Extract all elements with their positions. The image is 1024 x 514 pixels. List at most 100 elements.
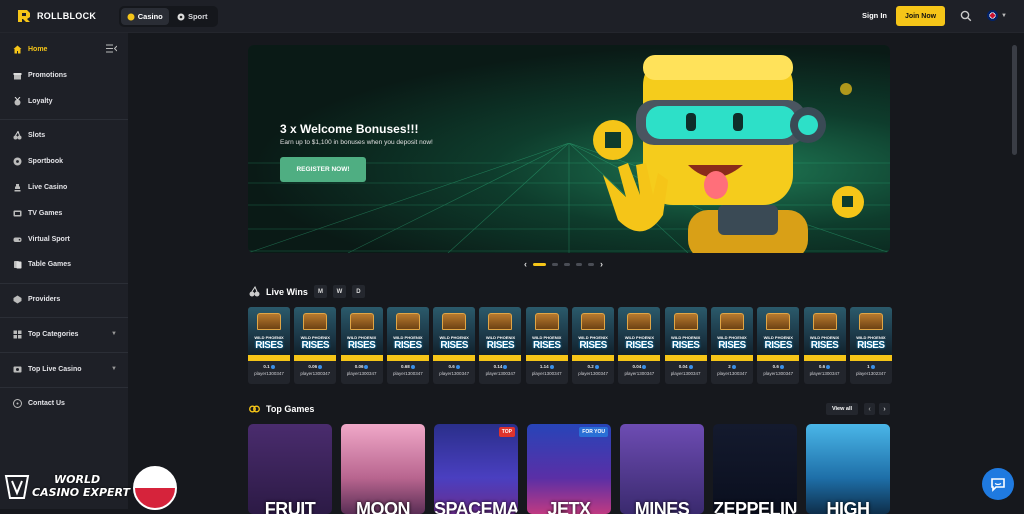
live-win-card[interactable]: WILD PHOENIX RISES 1.14 player1300347	[525, 307, 568, 384]
win-username: player1300347	[809, 371, 840, 376]
thumbnail-bar	[572, 355, 615, 361]
live-win-card[interactable]: WILD PHOENIX RISES 0.2 player1300347	[572, 307, 615, 384]
game-tile[interactable]: MOON	[341, 424, 425, 514]
collapse-menu-icon[interactable]	[106, 44, 117, 53]
filter-week-button[interactable]: W	[332, 285, 346, 298]
live-win-card[interactable]: WILD PHOENIX RISES 0.06 player1300347	[294, 307, 337, 384]
chest-icon	[442, 313, 467, 330]
tv-icon	[13, 210, 22, 217]
sidebar-item-label: Home	[28, 46, 48, 53]
win-amount-value: 0.68	[401, 364, 410, 369]
sidebar-item-contact-us[interactable]: Contact Us	[13, 399, 65, 408]
game-tag-badge: FOR YOU	[579, 427, 608, 437]
thumbnail-bar	[294, 355, 337, 361]
tab-casino[interactable]: Casino	[121, 8, 169, 25]
game-tile-title: ZEPPELIN	[713, 499, 797, 514]
sidebar-item-loyalty[interactable]: Loyalty	[13, 97, 53, 106]
sidebar-item-slots[interactable]: Slots	[13, 131, 45, 140]
live-win-card[interactable]: WILD PHOENIX RISES 0.04 player1300347	[664, 307, 707, 384]
filter-month-button[interactable]: M	[313, 285, 327, 298]
top-games-header: Top Games	[249, 403, 314, 414]
watermark-line2: CASINO EXPERT	[32, 486, 131, 499]
win-amount: 0.2	[572, 364, 614, 369]
chevron-left-icon[interactable]: ‹	[864, 403, 875, 415]
chevron-down-icon[interactable]: ▼	[111, 366, 117, 372]
sidebar-item-table-games[interactable]: Table Games	[13, 260, 71, 269]
win-amount: 0.6	[757, 364, 799, 369]
sidebar-item-promotions[interactable]: Promotions	[13, 71, 67, 80]
sidebar-item-label: Slots	[28, 132, 46, 139]
chevron-right-icon[interactable]: ›	[879, 403, 890, 415]
game-title: RISES	[347, 340, 376, 351]
chevron-left-icon[interactable]: ‹	[524, 259, 527, 269]
sidebar-item-tv-games[interactable]: TV Games	[13, 209, 62, 218]
live-chat-button[interactable]	[982, 468, 1014, 500]
sidebar-item-home[interactable]: Home	[13, 45, 47, 54]
sign-in-link[interactable]: Sign In	[862, 11, 887, 20]
game-thumbnail: WILD PHOENIX RISES	[849, 307, 892, 361]
win-amount-value: 0.2	[587, 364, 594, 369]
live-win-card[interactable]: WILD PHOENIX RISES 1 player1302347	[849, 307, 892, 384]
game-title: RISES	[810, 340, 839, 351]
gamepad-icon	[13, 237, 22, 242]
sidebar-item-top-live-casino[interactable]: Top Live Casino	[13, 365, 82, 374]
chest-icon	[581, 313, 606, 330]
game-tile[interactable]: FRUIT	[248, 424, 332, 514]
game-tile[interactable]: SPACEMAN TOP	[434, 424, 518, 514]
win-amount-value: 1	[867, 364, 870, 369]
join-now-button[interactable]: Join Now	[896, 6, 945, 26]
win-amount: 0.04	[618, 364, 660, 369]
sidebar-divider	[0, 317, 128, 318]
cherry-icon	[249, 286, 260, 297]
scrollbar-thumb[interactable]	[1012, 45, 1017, 155]
watermark-text: WORLD CASINO EXPERT	[32, 473, 130, 499]
live-win-card[interactable]: WILD PHOENIX RISES 0.6 player1300347	[757, 307, 800, 384]
win-amount-value: 0.06	[308, 364, 318, 369]
sidebar-item-label: Live Casino	[28, 184, 68, 191]
live-wins-list: WILD PHOENIX RISES 0.1 player1300347 WILD PH…	[248, 307, 892, 384]
carousel-dot[interactable]	[588, 262, 594, 266]
view-all-button[interactable]: View all	[826, 403, 858, 415]
chevron-down-icon[interactable]: ▼	[111, 331, 117, 337]
medal-icon	[14, 97, 21, 106]
game-tile[interactable]: ZEPPELIN	[713, 424, 797, 514]
win-amount: 1	[850, 364, 892, 369]
live-win-card[interactable]: WILD PHOENIX RISES 0.1 player1300347	[248, 307, 290, 384]
sidebar-item-virtual-sport[interactable]: Virtual Sport	[13, 235, 70, 244]
win-amount: 0.14	[479, 364, 521, 369]
live-win-card[interactable]: WILD PHOENIX RISES 0.68 player1300347	[386, 307, 429, 384]
carousel-dot[interactable]	[576, 262, 582, 266]
game-thumbnail: WILD PHOENIX RISES	[248, 307, 290, 361]
carousel-dot[interactable]	[533, 262, 546, 266]
live-win-card[interactable]: WILD PHOENIX RISES 0.6 player1300347	[433, 307, 476, 384]
sidebar-item-live-casino[interactable]: Live Casino	[13, 183, 67, 192]
chest-icon	[858, 313, 883, 330]
register-now-button[interactable]: REGISTER NOW!	[280, 157, 366, 182]
carousel-dot[interactable]	[564, 262, 570, 266]
game-tile[interactable]: JETX FOR YOU	[527, 424, 611, 514]
win-amount: 0.6	[804, 364, 846, 369]
language-selector[interactable]: ▼	[987, 10, 1007, 21]
game-tile[interactable]: MINES	[620, 424, 704, 514]
win-amount-value: 0.06	[354, 364, 364, 369]
carousel-dot[interactable]	[552, 262, 558, 266]
live-win-card[interactable]: WILD PHOENIX RISES 0.6 player1300347	[803, 307, 846, 384]
coin-icon	[455, 364, 460, 369]
chevron-right-icon[interactable]: ›	[600, 259, 603, 269]
search-icon[interactable]	[960, 10, 972, 22]
thumbnail-bar	[525, 355, 568, 361]
win-username: player1300347	[717, 371, 747, 376]
sidebar-item-top-categories[interactable]: Top Categories	[13, 330, 78, 339]
sidebar-item-sportbook[interactable]: Sportbook	[13, 157, 63, 166]
game-thumbnail: WILD PHOENIX RISES	[803, 307, 846, 361]
filter-day-button[interactable]: D	[351, 285, 365, 298]
game-tile[interactable]: HIGH	[806, 424, 890, 514]
live-win-card[interactable]: WILD PHOENIX RISES 0.14 player1300347	[479, 307, 522, 384]
tab-sport[interactable]: Sport	[169, 8, 217, 25]
promo-banner[interactable]: 3 x Welcome Bonuses!!! Earn up to $1,100…	[248, 45, 890, 253]
sidebar-item-providers[interactable]: Providers	[13, 295, 60, 304]
live-win-card[interactable]: WILD PHOENIX RISES 0.04 player1300347	[618, 307, 661, 384]
live-win-card[interactable]: WILD PHOENIX RISES 0.06 player1300347	[340, 307, 383, 384]
live-win-card[interactable]: WILD PHOENIX RISES 2 player1300347	[710, 307, 753, 384]
brand-logo[interactable]: ROLLBLOCK	[16, 8, 96, 24]
